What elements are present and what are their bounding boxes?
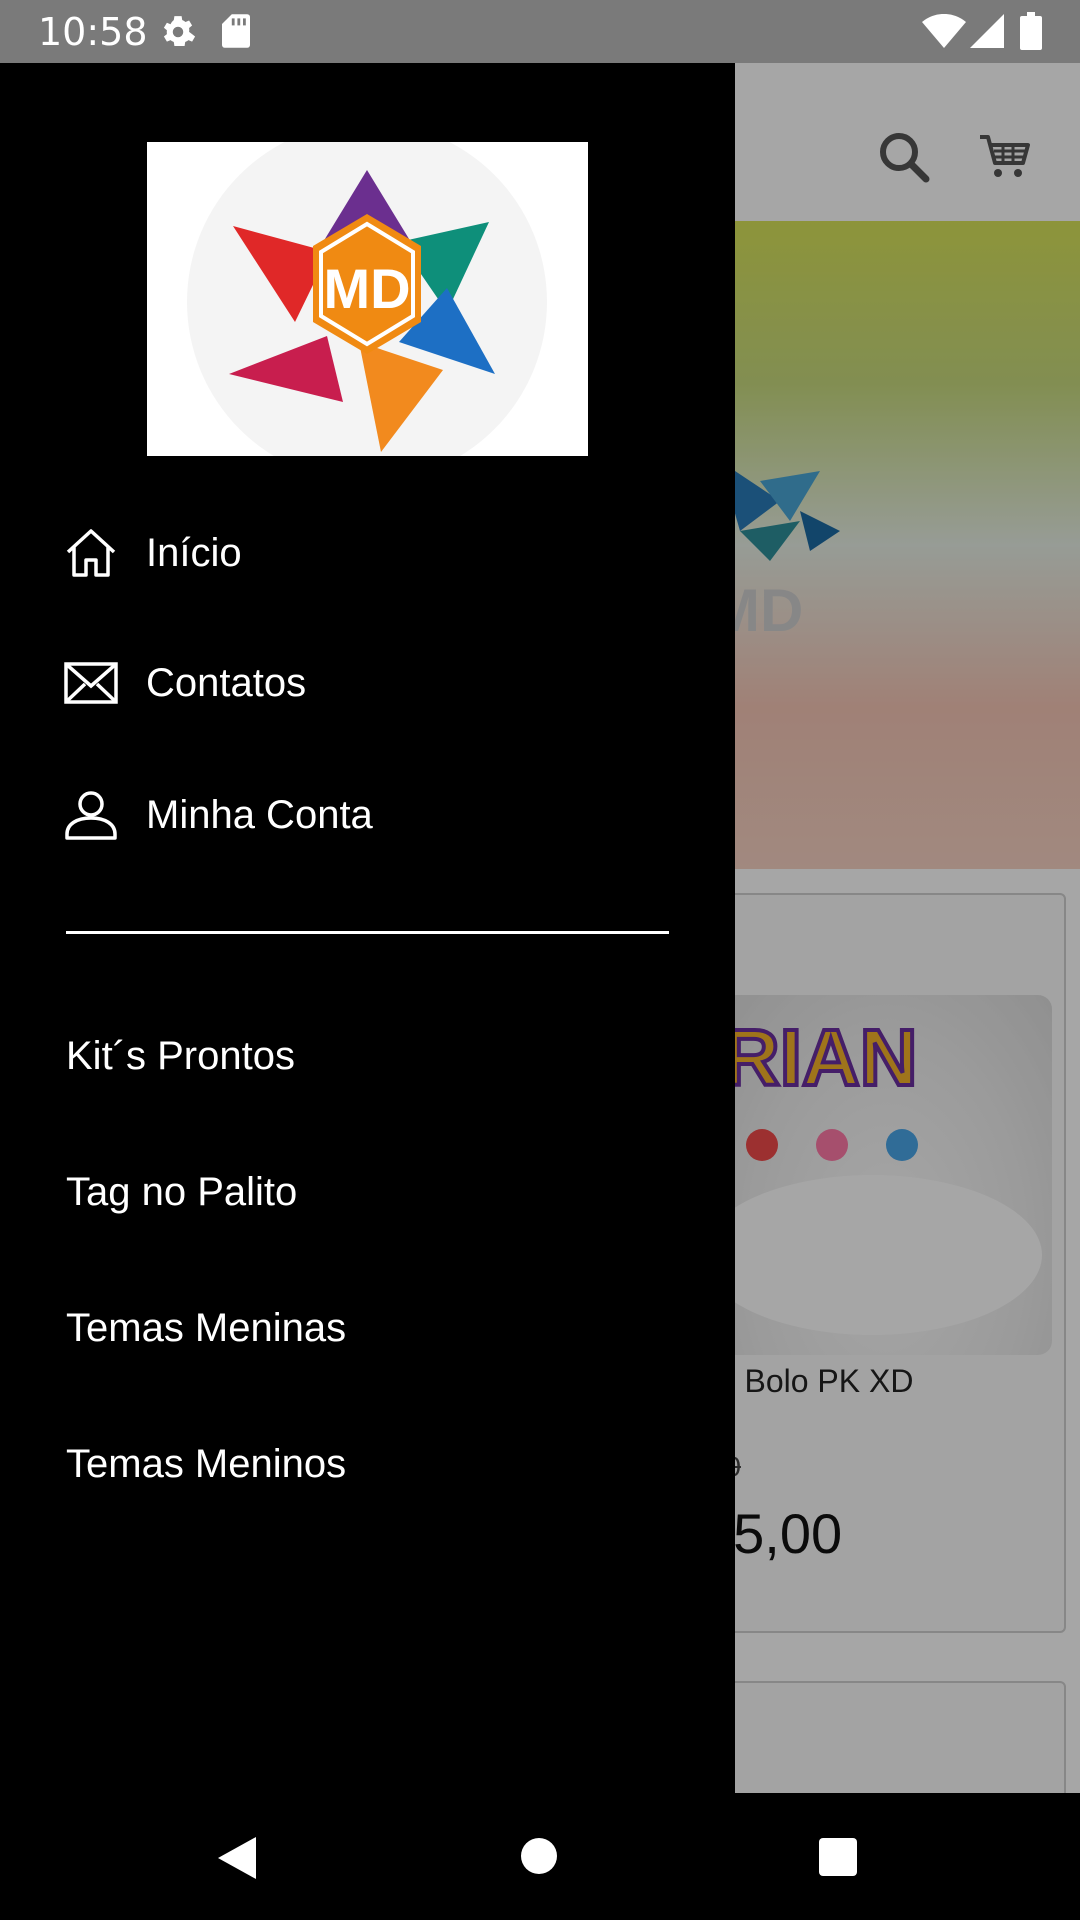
user-icon	[64, 790, 118, 840]
wifi-icon	[922, 14, 966, 48]
nav-item-contatos[interactable]: Contatos	[64, 643, 306, 723]
status-time: 10:58	[38, 10, 148, 54]
recent-apps-icon[interactable]	[818, 1837, 858, 1877]
back-icon[interactable]	[216, 1835, 258, 1881]
signal-icon	[970, 14, 1004, 48]
category-temas-meninas[interactable]: Temas Meninas	[66, 1293, 346, 1363]
store-logo[interactable]: MD	[147, 122, 588, 482]
category-kits-prontos[interactable]: Kit´s Prontos	[66, 1021, 295, 1091]
home-icon	[64, 528, 118, 578]
md-logo-graphic: MD	[187, 122, 547, 482]
home-nav-icon[interactable]	[520, 1837, 558, 1875]
svg-text:MD: MD	[323, 257, 410, 320]
nav-item-minha-conta[interactable]: Minha Conta	[64, 775, 373, 855]
system-nav-bar	[0, 1793, 1080, 1920]
drawer-divider	[66, 931, 669, 934]
category-tag-no-palito[interactable]: Tag no Palito	[66, 1157, 297, 1227]
nav-item-label: Minha Conta	[146, 792, 373, 837]
mail-icon	[64, 658, 118, 708]
gear-icon	[163, 16, 196, 46]
nav-item-inicio[interactable]: Início	[64, 513, 242, 593]
category-temas-meninos[interactable]: Temas Meninos	[66, 1429, 346, 1499]
nav-item-label: Início	[146, 530, 242, 575]
nav-item-label: Contatos	[146, 660, 307, 705]
navigation-drawer: MD Início Contatos Minha Conta Kit´s Pro…	[0, 63, 735, 1793]
status-bar: 10:58	[0, 0, 1080, 63]
battery-icon	[1020, 12, 1042, 50]
sd-card-icon	[222, 14, 250, 48]
